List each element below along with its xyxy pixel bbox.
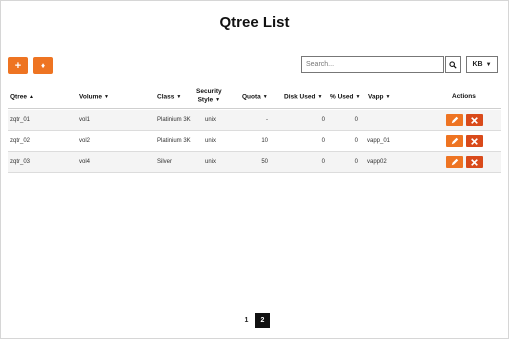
sort-desc-icon: ▼ [317, 94, 323, 100]
cell-pct-used: 0 [354, 117, 358, 123]
cell-volume: vol4 [79, 159, 91, 165]
header-actions: Actions [452, 93, 476, 100]
edit-button[interactable] [446, 135, 463, 147]
header-class-label: Class [157, 93, 175, 101]
header-qtree[interactable]: Qtree ▲ [10, 93, 34, 102]
cell-pct-used: 0 [354, 159, 358, 165]
cell-class: Platinium 3K [157, 138, 191, 144]
chevron-down-icon: ▼ [485, 61, 492, 68]
header-pct-used-label: % Used [330, 93, 354, 101]
header-disk-used[interactable]: Disk Used ▼ [284, 93, 322, 102]
cell-qtree: zqtr_01 [10, 117, 31, 123]
header-quota[interactable]: Quota ▼ [242, 93, 268, 102]
cell-security: unix [205, 117, 217, 123]
cell-security: unix [205, 159, 217, 165]
header-vapp-label: Vapp [368, 93, 384, 101]
close-icon [471, 158, 478, 166]
cell-volume: vol2 [79, 138, 91, 144]
table-row: zqtr_02 vol2 Platinium 3K unix 10 0 0 va… [8, 131, 501, 152]
search-icon [449, 60, 457, 69]
header-volume[interactable]: Volume ▼ [79, 93, 109, 102]
close-icon [471, 116, 478, 124]
cell-disk-used: 0 [321, 138, 325, 144]
cell-qtree: zqtr_03 [10, 159, 31, 165]
delete-button[interactable] [466, 156, 483, 168]
search-button[interactable] [445, 56, 461, 73]
header-vapp[interactable]: Vapp ▼ [368, 93, 391, 102]
cell-volume: vol1 [79, 117, 91, 123]
header-class[interactable]: Class ▼ [157, 93, 181, 102]
add-button[interactable]: + [8, 57, 28, 74]
pencil-icon [451, 116, 458, 124]
cell-disk-used: 0 [321, 159, 325, 165]
diamond-icon: ♦ [40, 61, 46, 70]
pencil-icon [451, 158, 458, 166]
cell-quota: - [266, 117, 268, 123]
unit-select[interactable]: KB ▼ [466, 56, 498, 73]
header-volume-label: Volume [79, 93, 102, 101]
cell-quota: 10 [261, 138, 268, 144]
cell-security: unix [205, 138, 217, 144]
close-icon [471, 137, 478, 145]
plus-icon: + [14, 59, 22, 72]
cell-class: Silver [157, 159, 173, 165]
sort-button[interactable]: ♦ [33, 57, 53, 74]
sort-desc-icon: ▼ [262, 94, 268, 100]
unit-value: KB [472, 61, 483, 68]
header-divider [8, 108, 501, 109]
delete-button[interactable] [466, 135, 483, 147]
page-link-2-current[interactable]: 2 [255, 313, 270, 328]
edit-button[interactable] [446, 114, 463, 126]
sort-desc-icon: ▼ [355, 94, 361, 100]
sort-asc-icon: ▲ [28, 94, 34, 100]
header-security-label-2: Style [197, 96, 214, 104]
header-security-label-1: Security [196, 88, 222, 95]
cell-quota: 50 [261, 159, 268, 165]
delete-button[interactable] [466, 114, 483, 126]
search-placeholder: Search... [306, 61, 335, 68]
header-security-style[interactable]: Security Style ▼ [196, 88, 222, 105]
table-row: zqtr_01 vol1 Platinium 3K unix - 0 0 [8, 110, 501, 131]
sort-desc-icon: ▼ [176, 94, 182, 100]
cell-qtree: zqtr_02 [10, 138, 31, 144]
header-disk-used-label: Disk Used [284, 93, 316, 101]
search-input[interactable]: Search... [301, 56, 444, 73]
table-row: zqtr_03 vol4 Silver unix 50 0 0 vapp02 [8, 152, 501, 173]
sort-desc-icon: ▼ [385, 94, 391, 100]
cell-class: Platinium 3K [157, 117, 191, 123]
sort-desc-icon: ▼ [215, 97, 221, 103]
cell-disk-used: 0 [321, 117, 325, 123]
cell-vapp: vapp02 [367, 159, 387, 165]
sort-desc-icon: ▼ [104, 94, 109, 100]
pencil-icon [451, 137, 458, 145]
page-title: Qtree List [219, 14, 290, 31]
header-quota-label: Quota [242, 93, 261, 101]
edit-button[interactable] [446, 156, 463, 168]
page-link-1[interactable]: 1 [239, 313, 254, 328]
header-pct-used[interactable]: % Used ▼ [330, 93, 360, 102]
cell-vapp: vapp_01 [367, 138, 391, 144]
header-qtree-label: Qtree [10, 93, 27, 101]
cell-pct-used: 0 [354, 138, 358, 144]
